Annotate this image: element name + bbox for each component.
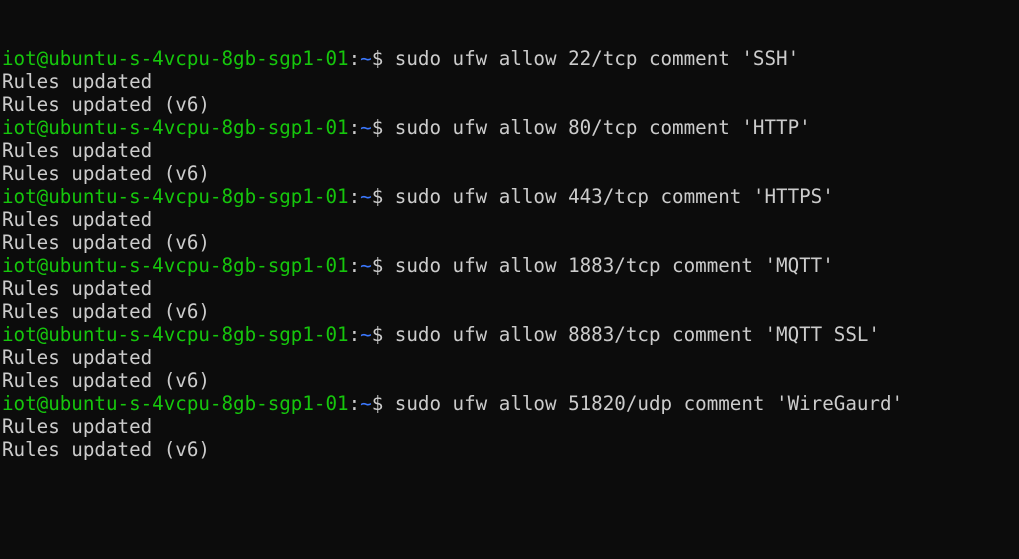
- prompt-symbol: $: [371, 47, 384, 70]
- prompt-symbol: $: [371, 392, 384, 415]
- prompt-user-host: iot@ubuntu-s-4vcpu-8gb-sgp1-01: [2, 392, 349, 415]
- prompt-symbol: $: [371, 185, 384, 208]
- command-text: sudo ufw allow 51820/udp comment 'WireGa…: [383, 392, 904, 415]
- prompt-user-host: iot@ubuntu-s-4vcpu-8gb-sgp1-01: [2, 323, 349, 346]
- prompt-symbol: $: [371, 254, 384, 277]
- output-line: Rules updated: [2, 208, 153, 231]
- prompt-line: iot@ubuntu-s-4vcpu-8gb-sgp1-01:~$ sudo u…: [2, 116, 903, 139]
- output-line: Rules updated (v6): [2, 369, 210, 392]
- output-line: Rules updated: [2, 415, 153, 438]
- prompt-separator: :: [348, 116, 361, 139]
- command-text: sudo ufw allow 443/tcp comment 'HTTPS': [383, 185, 834, 208]
- prompt-symbol: $: [371, 116, 384, 139]
- command-text: sudo ufw allow 22/tcp comment 'SSH': [383, 47, 800, 70]
- current-prompt-line[interactable]: iot@ubuntu-s-4vcpu-8gb-sgp1-01:~$: [2, 530, 903, 536]
- prompt-user-host: iot@ubuntu-s-4vcpu-8gb-sgp1-01: [2, 185, 349, 208]
- prompt-user-host: iot@ubuntu-s-4vcpu-8gb-sgp1-01: [2, 116, 349, 139]
- prompt-symbol: $: [371, 323, 384, 346]
- prompt-line: iot@ubuntu-s-4vcpu-8gb-sgp1-01:~$ sudo u…: [2, 185, 903, 208]
- prompt-separator: :: [348, 47, 361, 70]
- output-line: Rules updated (v6): [2, 162, 210, 185]
- command-history: iot@ubuntu-s-4vcpu-8gb-sgp1-01:~$ sudo u…: [2, 47, 903, 461]
- prompt-separator: :: [348, 323, 361, 346]
- output-line: Rules updated: [2, 346, 153, 369]
- prompt-user-host: iot@ubuntu-s-4vcpu-8gb-sgp1-01: [2, 47, 349, 70]
- prompt-path: ~: [360, 47, 372, 70]
- terminal-window[interactable]: iot@ubuntu-s-4vcpu-8gb-sgp1-01:~$ sudo u…: [2, 1, 903, 559]
- prompt-line: iot@ubuntu-s-4vcpu-8gb-sgp1-01:~$ sudo u…: [2, 47, 903, 70]
- prompt-line: iot@ubuntu-s-4vcpu-8gb-sgp1-01:~$ sudo u…: [2, 323, 903, 346]
- prompt-line: iot@ubuntu-s-4vcpu-8gb-sgp1-01:~$ sudo u…: [2, 254, 903, 277]
- output-line: Rules updated (v6): [2, 93, 210, 116]
- prompt-path: ~: [360, 185, 372, 208]
- output-line: Rules updated: [2, 70, 153, 93]
- output-line: Rules updated: [2, 139, 153, 162]
- output-line: Rules updated (v6): [2, 231, 210, 254]
- prompt-path: ~: [360, 254, 372, 277]
- command-text: sudo ufw allow 8883/tcp comment 'MQTT SS…: [383, 323, 880, 346]
- prompt-separator: :: [348, 392, 361, 415]
- prompt-path: ~: [360, 392, 372, 415]
- prompt-user-host: iot@ubuntu-s-4vcpu-8gb-sgp1-01: [2, 254, 349, 277]
- prompt-separator: :: [348, 185, 361, 208]
- output-line: Rules updated (v6): [2, 438, 210, 461]
- output-line: Rules updated (v6): [2, 300, 210, 323]
- output-line: Rules updated: [2, 277, 153, 300]
- prompt-separator: :: [348, 254, 361, 277]
- prompt-path: ~: [360, 323, 372, 346]
- prompt-path: ~: [360, 116, 372, 139]
- command-text: sudo ufw allow 80/tcp comment 'HTTP': [383, 116, 811, 139]
- command-text: sudo ufw allow 1883/tcp comment 'MQTT': [383, 254, 834, 277]
- prompt-line: iot@ubuntu-s-4vcpu-8gb-sgp1-01:~$ sudo u…: [2, 392, 903, 415]
